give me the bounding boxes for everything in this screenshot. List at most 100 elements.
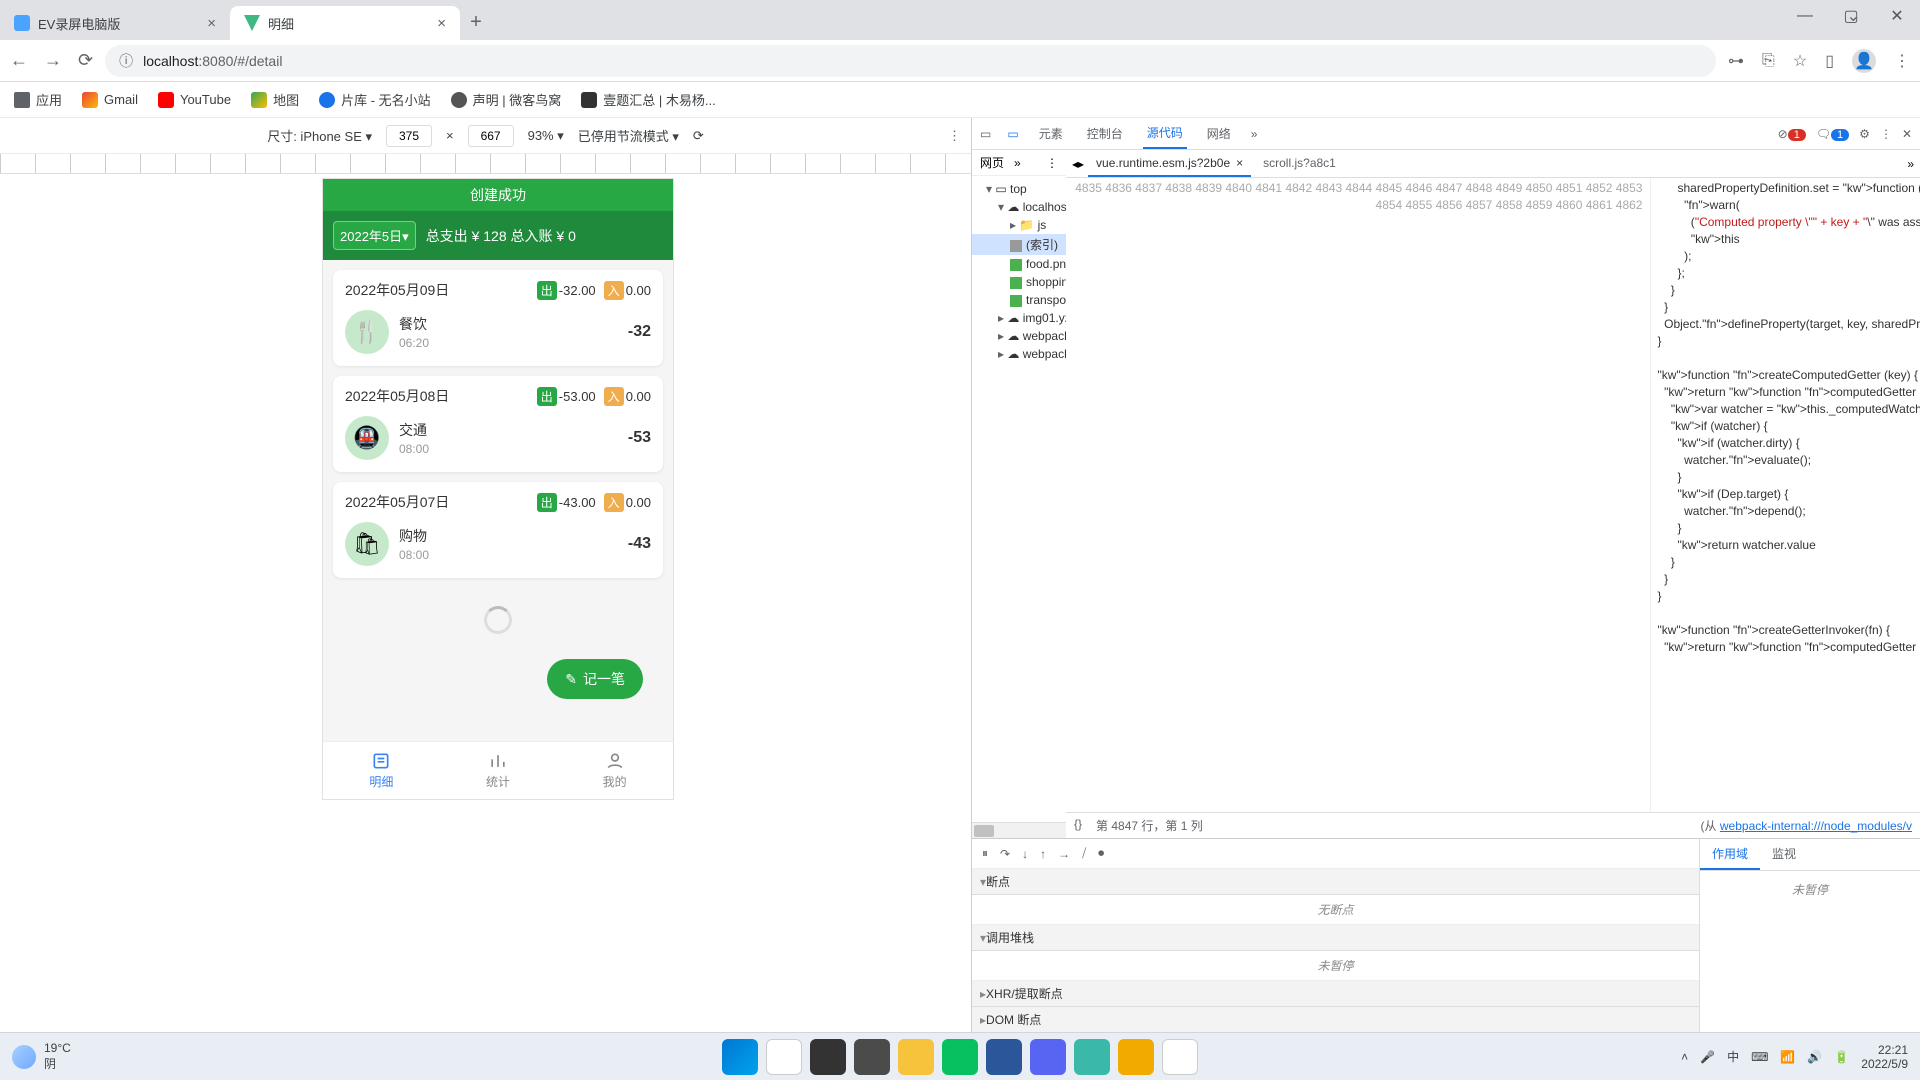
deactivate-bp-icon[interactable]: ⧸ [1082,846,1086,861]
site-info-icon[interactable]: ⓘ [119,51,133,71]
sidebar-menu-icon[interactable]: ⋮ [1046,156,1058,170]
tab-me[interactable]: 我的 [556,742,673,799]
more-sidebars-icon[interactable]: » [1014,156,1021,170]
zoom-select[interactable]: 93% ▾ [528,128,564,144]
wifi-icon[interactable]: 📶 [1780,1050,1795,1064]
inspect-icon[interactable]: ▭ [980,127,991,141]
task-view-icon[interactable] [810,1039,846,1075]
error-indicator[interactable]: ⊘1 [1778,127,1806,141]
tree-host[interactable]: ☁ localhost: [972,198,1066,216]
panel-network[interactable]: 网络 [1203,125,1235,142]
weather-widget[interactable]: 19°C阴 [12,1041,71,1072]
tree-webpack-folder[interactable]: ☁ webpack- [972,327,1066,345]
minimize-button[interactable]: — [1782,0,1828,32]
bookmark-gmail[interactable]: Gmail [82,92,138,108]
device-width-input[interactable] [386,125,432,147]
source-map-link[interactable]: webpack-internal:///node_modules/v [1720,819,1912,833]
tree-file[interactable]: transpo [972,291,1066,309]
profile-avatar[interactable]: 👤 [1852,49,1876,73]
device-toggle-icon[interactable]: ▭ [1007,127,1018,141]
record-card[interactable]: 2022年05月08日出-53.00入0.00🚇交通08:00-53 [333,376,663,472]
record-card[interactable]: 2022年05月07日出-43.00入0.00🛍购物08:00-43 [333,482,663,578]
section-breakpoints[interactable]: 断点 [972,869,1699,895]
app-pinned[interactable] [1118,1039,1154,1075]
close-icon[interactable]: × [207,15,216,32]
scope-tab[interactable]: 作用域 [1700,839,1760,870]
section-callstack[interactable]: 调用堆栈 [972,925,1699,951]
tree-top[interactable]: ▭ top [972,180,1066,198]
clock[interactable]: 22:212022/5/9 [1861,1043,1908,1071]
url-bar[interactable]: ⓘ localhost:8080/#/detail [105,45,1716,77]
word-icon[interactable] [986,1039,1022,1075]
browser-tab-active[interactable]: 明细 × [230,6,460,40]
panel-sources[interactable]: 源代码 [1143,124,1187,149]
panel-console[interactable]: 控制台 [1083,125,1127,142]
forward-button[interactable]: → [44,50,62,71]
apps-shortcut[interactable]: 应用 [14,90,62,109]
device-more-icon[interactable]: ⋮ [948,128,961,144]
device-height-input[interactable] [468,125,514,147]
step-into-icon[interactable]: ↓ [1022,847,1028,861]
settings-gear-icon[interactable]: ⚙ [1859,127,1870,141]
start-button[interactable] [722,1039,758,1075]
tree-img-folder[interactable]: ☁ img01.yzc [972,309,1066,327]
maximize-button[interactable]: ▢ [1828,0,1874,32]
bookmark-youtube[interactable]: YouTube [158,92,231,108]
section-xhr[interactable]: XHR/提取断点 [972,981,1699,1007]
app-pinned[interactable] [1074,1039,1110,1075]
record-card[interactable]: 2022年05月09日出-32.00入0.00🍴餐饮06:20-32 [333,270,663,366]
format-icon[interactable]: {} [1074,817,1082,834]
add-record-button[interactable]: ✎ 记一笔 [547,659,643,699]
pause-icon[interactable]: ⏸ [982,846,988,861]
bookmark-star-icon[interactable]: ☆ [1793,51,1807,71]
tab-stats[interactable]: 统计 [440,742,557,799]
key-icon[interactable]: ⊶ [1728,51,1744,71]
throttle-select[interactable]: 已停用节流模式 ▾ [578,126,679,145]
watch-tab[interactable]: 监视 [1760,839,1808,870]
browser-tab[interactable]: EV录屏电脑版 × [0,6,230,40]
tray-chevron-icon[interactable]: ˄ [1681,1050,1688,1064]
more-tabs-icon[interactable]: » [1907,157,1914,171]
month-selector[interactable]: 2022年5日▾ [333,221,416,250]
file-tab[interactable]: scroll.js?a8c1 [1255,150,1344,177]
tree-webpack-folder[interactable]: ☁ webpack: [972,345,1066,363]
chrome-icon[interactable] [1162,1039,1198,1075]
new-tab-button[interactable]: + [460,11,492,40]
panel-elements[interactable]: 元素 [1035,125,1067,142]
section-dom-bp[interactable]: DOM 断点 [972,1007,1699,1033]
step-icon[interactable]: → [1058,847,1070,861]
file-tab-active[interactable]: vue.runtime.esm.js?2b0e× [1088,150,1251,177]
step-over-icon[interactable]: ↷ [1000,847,1010,861]
app-pinned[interactable] [1030,1039,1066,1075]
close-window-button[interactable]: ✕ [1874,0,1920,32]
reload-button[interactable]: ⟳ [78,50,93,71]
file-tree[interactable]: ▭ top ☁ localhost: 📁 js (索引) food.pn sho… [972,176,1066,822]
info-indicator[interactable]: 🗨1 [1816,127,1849,141]
volume-icon[interactable]: 🔊 [1807,1050,1822,1064]
nav-prev-icon[interactable]: ◂▸ [1072,157,1084,171]
bookmark-maps[interactable]: 地图 [251,90,299,109]
back-button[interactable]: ← [10,50,28,71]
sources-sidebar-tab[interactable]: 网页 [980,154,1004,171]
app-pinned[interactable] [854,1039,890,1075]
close-icon[interactable]: × [1236,156,1243,170]
search-icon[interactable] [766,1039,802,1075]
code-editor[interactable]: 4835 4836 4837 4838 4839 4840 4841 4842 … [1066,178,1920,812]
devtools-close-icon[interactable]: ✕ [1902,127,1912,141]
rotate-icon[interactable]: ⟳ [693,128,704,144]
pause-exception-icon[interactable]: ⏺ [1098,846,1104,861]
tree-h-scrollbar[interactable] [972,822,1066,838]
close-icon[interactable]: × [437,15,446,32]
more-tabs-icon[interactable]: » [1251,127,1258,141]
device-preset-select[interactable]: 尺寸: iPhone SE ▾ [267,126,372,145]
input-method-icon[interactable]: ⌨ [1751,1050,1768,1064]
ime-indicator[interactable]: 中 [1727,1048,1739,1065]
wechat-icon[interactable] [942,1039,978,1075]
tree-file[interactable]: shoppin [972,273,1066,291]
step-out-icon[interactable]: ↑ [1040,847,1046,861]
bookmark-piankoo[interactable]: 片库 - 无名小站 [319,90,431,109]
share-icon[interactable]: ⎘ [1762,52,1775,70]
bookmark-blog[interactable]: 声明 | 微客鸟窝 [451,90,562,109]
battery-icon[interactable]: 🔋 [1834,1050,1849,1064]
tree-js-folder[interactable]: 📁 js [972,216,1066,234]
